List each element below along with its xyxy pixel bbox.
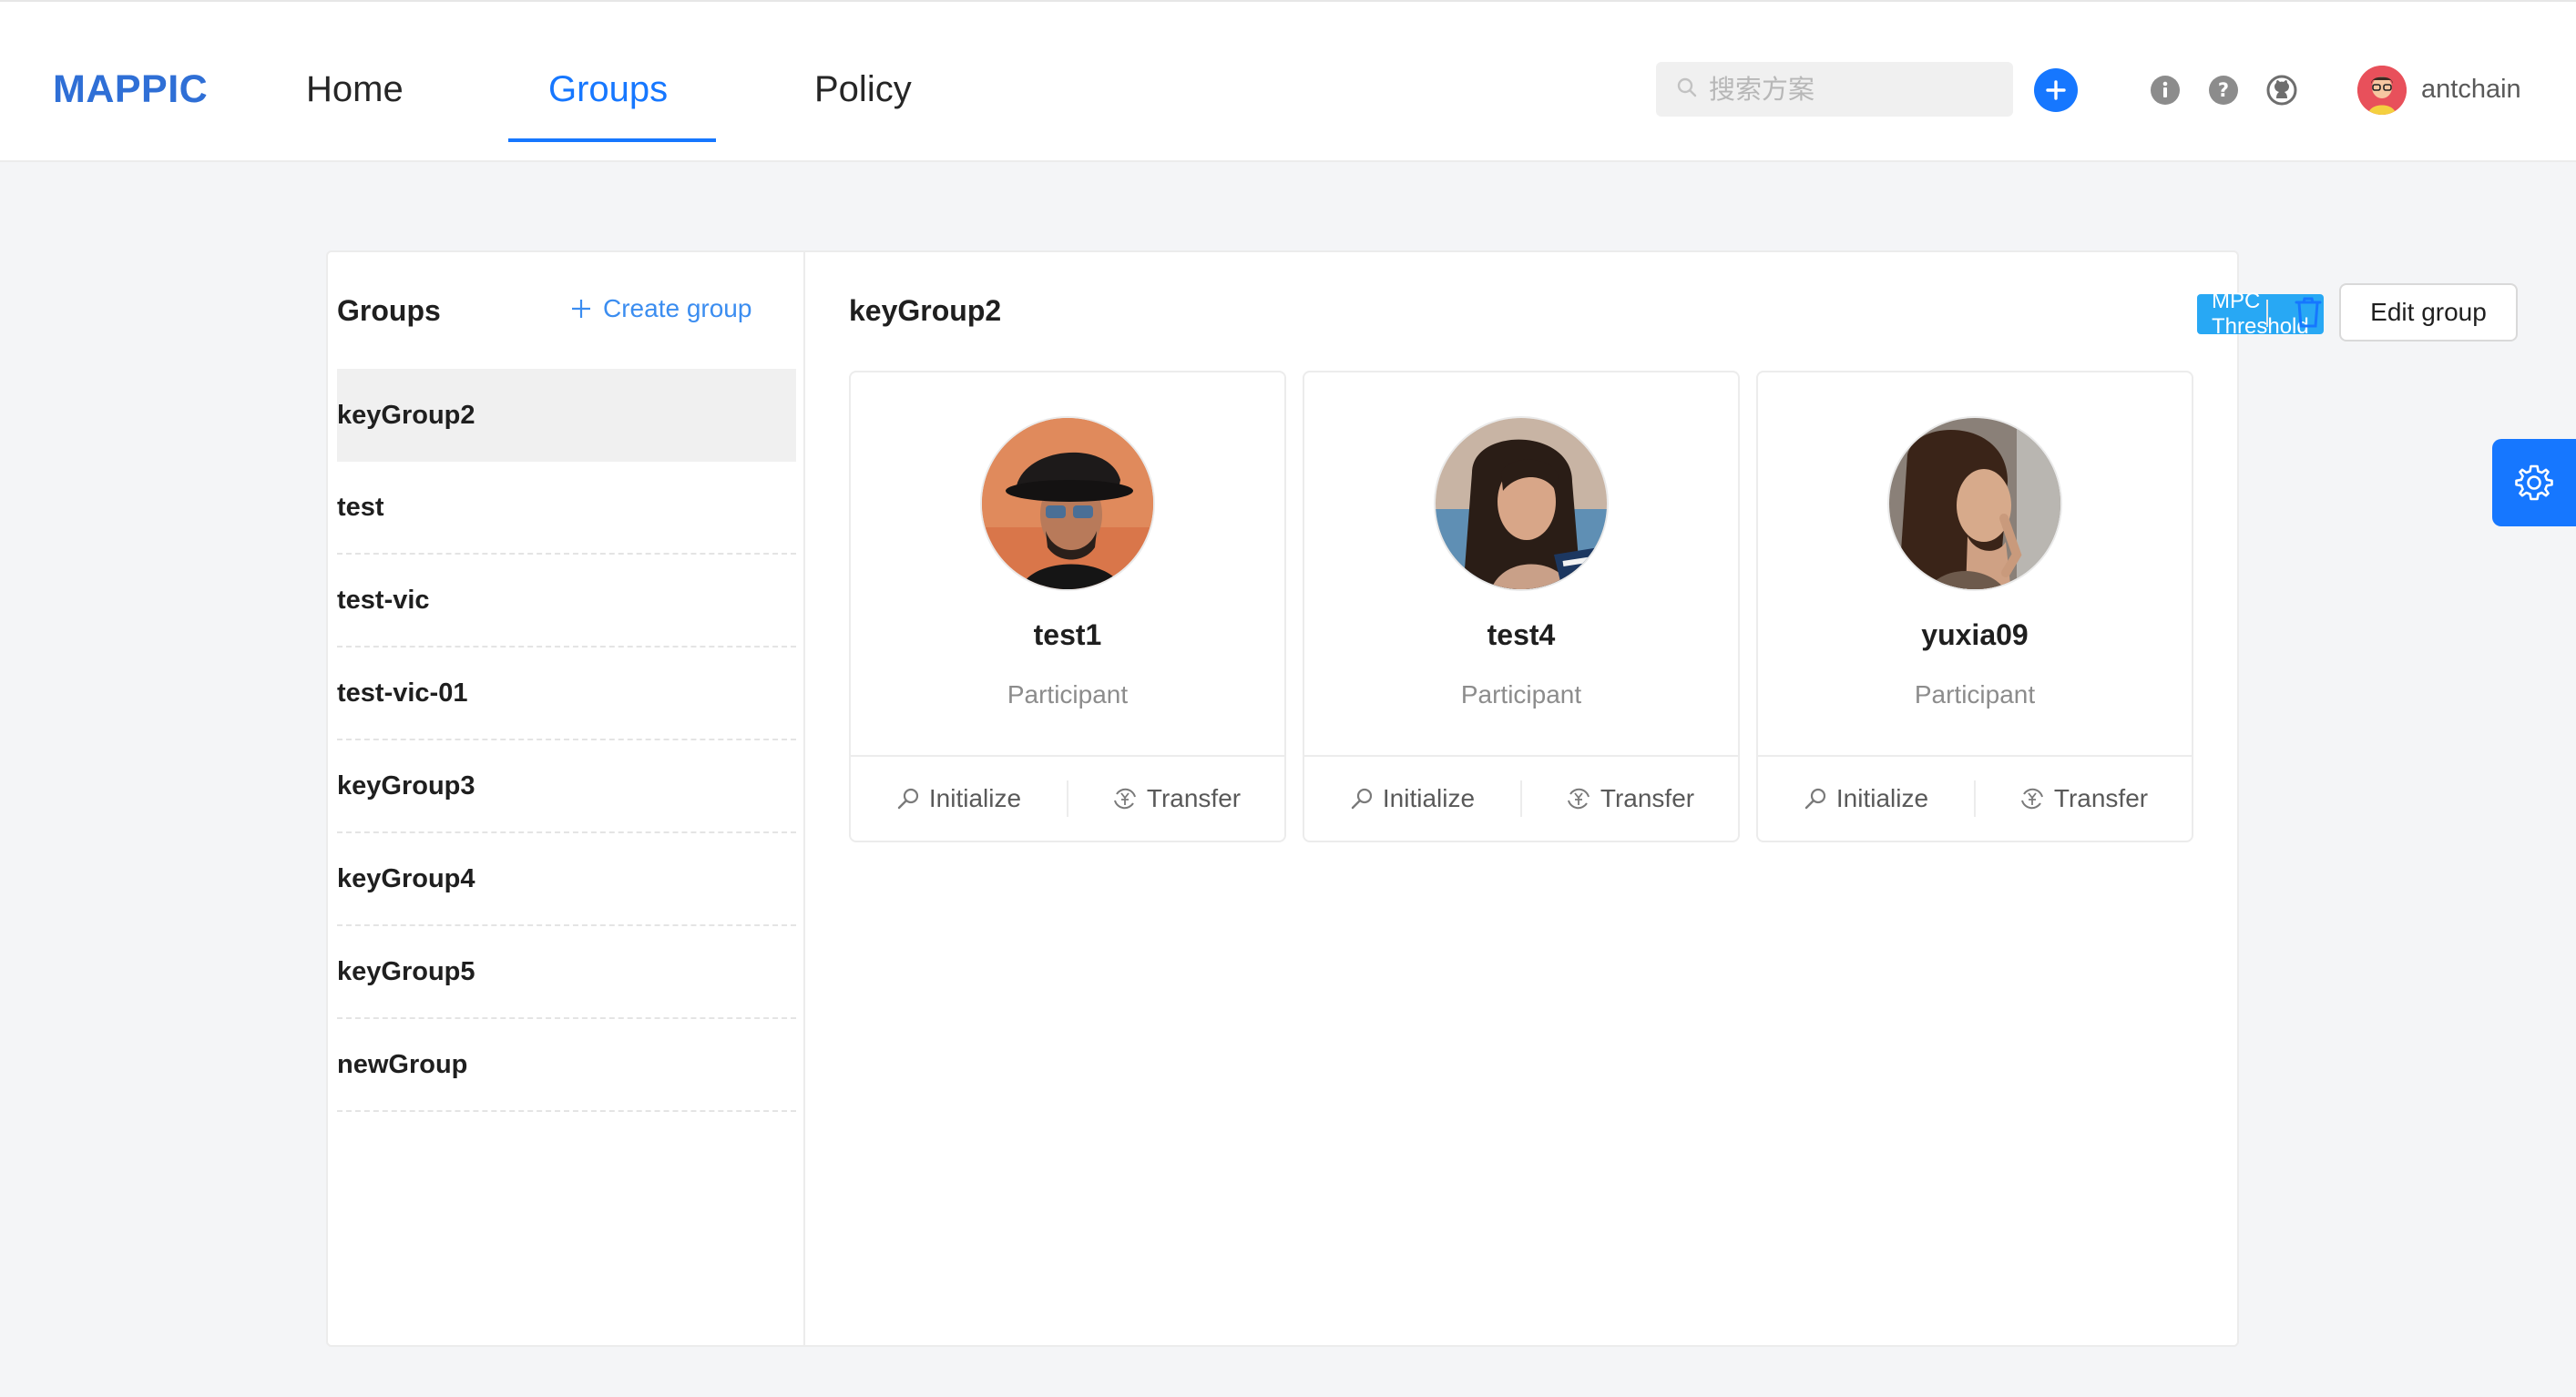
transfer-label: Transfer xyxy=(2053,784,2149,812)
group-item-keygroup4[interactable]: keyGroup4 xyxy=(337,833,796,926)
member-card: yuxia09 Participant Initialize Transfer xyxy=(1756,371,2193,842)
edit-group-button[interactable]: Edit group xyxy=(2339,283,2518,342)
group-item-keygroup3[interactable]: keyGroup3 xyxy=(337,740,796,833)
transfer-label: Transfer xyxy=(1146,784,1242,812)
transfer-icon xyxy=(2020,788,2043,810)
initialize-button[interactable]: Initialize xyxy=(1304,757,1520,841)
nav-active-indicator xyxy=(508,138,716,142)
group-item-test[interactable]: test xyxy=(337,462,796,555)
info-icon[interactable] xyxy=(2150,75,2181,106)
user-name[interactable]: antchain xyxy=(2421,75,2521,105)
group-title: keyGroup2 xyxy=(849,294,1002,327)
plus-icon xyxy=(2046,80,2066,100)
transfer-label: Transfer xyxy=(1600,784,1695,812)
group-detail: keyGroup2 MPC Threshold Edit group test1… xyxy=(805,252,2518,1345)
group-item-test-vic-01[interactable]: test-vic-01 xyxy=(337,648,796,740)
user-avatar[interactable] xyxy=(2357,66,2407,115)
settings-float-button[interactable] xyxy=(2492,439,2576,526)
member-name: test1 xyxy=(1033,618,1102,651)
initialize-button[interactable]: Initialize xyxy=(851,757,1067,841)
member-role: Participant xyxy=(1914,680,2036,709)
key-icon xyxy=(897,788,919,810)
transfer-button[interactable]: Transfer xyxy=(1522,757,1738,841)
transfer-button[interactable]: Transfer xyxy=(1976,757,2192,841)
sidebar-title: Groups xyxy=(337,294,441,327)
member-card: test1 Participant Initialize Transfer xyxy=(849,371,1286,842)
member-avatar xyxy=(1887,416,2062,591)
initialize-label: Initialize xyxy=(1835,784,1929,812)
transfer-icon xyxy=(1567,788,1590,810)
group-item-keygroup5[interactable]: keyGroup5 xyxy=(337,926,796,1019)
group-item-newgroup[interactable]: newGroup xyxy=(337,1019,796,1112)
app-logo[interactable]: MAPPIC xyxy=(53,67,208,112)
card-actions: Initialize Transfer xyxy=(851,755,1284,841)
nav-home[interactable]: Home xyxy=(306,69,404,110)
create-group-button[interactable]: Create group xyxy=(570,294,751,323)
question-icon[interactable]: ? xyxy=(2208,75,2239,106)
svg-text:?: ? xyxy=(2218,79,2229,101)
add-button[interactable] xyxy=(2034,68,2078,112)
key-icon xyxy=(1804,788,1826,810)
transfer-icon xyxy=(1113,788,1136,810)
trash-icon[interactable] xyxy=(2294,296,2325,331)
member-card: test4 Participant Initialize Transfer xyxy=(1303,371,1740,842)
member-role: Participant xyxy=(1007,680,1129,709)
initialize-button[interactable]: Initialize xyxy=(1758,757,1974,841)
nav-policy[interactable]: Policy xyxy=(814,69,912,110)
initialize-label: Initialize xyxy=(928,784,1022,812)
github-icon[interactable] xyxy=(2266,75,2297,106)
search-icon xyxy=(1676,76,1698,103)
member-avatar xyxy=(1434,416,1609,591)
group-list: keyGroup2 test test-vic test-vic-01 keyG… xyxy=(337,369,796,1112)
transfer-button[interactable]: Transfer xyxy=(1068,757,1284,841)
plus-icon xyxy=(572,300,590,318)
group-item-keygroup2[interactable]: keyGroup2 xyxy=(337,369,796,462)
divider xyxy=(2266,300,2268,327)
member-role: Participant xyxy=(1460,680,1582,709)
group-item-test-vic[interactable]: test-vic xyxy=(337,555,796,648)
card-actions: Initialize Transfer xyxy=(1758,755,2192,841)
search-box[interactable] xyxy=(1656,62,2013,117)
card-actions: Initialize Transfer xyxy=(1304,755,1738,841)
groups-sidebar: Groups Create group keyGroup2 test test-… xyxy=(328,252,805,1345)
member-name: yuxia09 xyxy=(1921,618,2029,651)
top-header: MAPPIC Home Groups Policy ? antchain xyxy=(0,0,2576,162)
groups-panel: Groups Create group keyGroup2 test test-… xyxy=(326,250,2518,1347)
member-name: test4 xyxy=(1487,618,1556,651)
create-group-label: Create group xyxy=(603,294,752,322)
search-input[interactable] xyxy=(1709,74,2000,105)
initialize-label: Initialize xyxy=(1382,784,1476,812)
member-avatar xyxy=(980,416,1155,591)
nav-groups[interactable]: Groups xyxy=(548,69,668,110)
key-icon xyxy=(1351,788,1373,810)
gear-icon xyxy=(2515,464,2553,501)
